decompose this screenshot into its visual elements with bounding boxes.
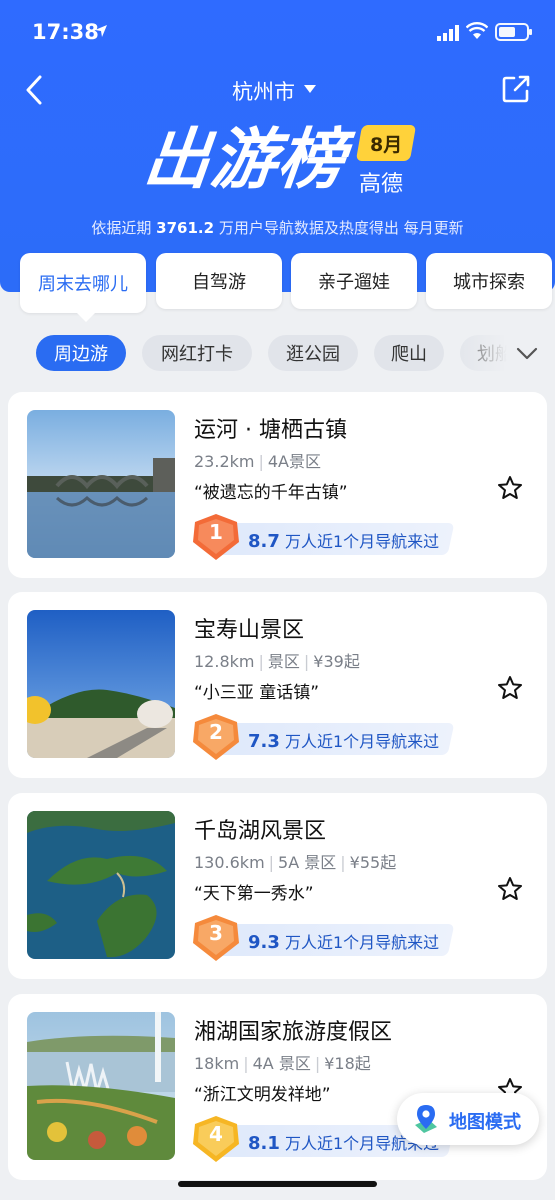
- tab-self-drive[interactable]: 自驾游: [156, 253, 282, 309]
- favorite-star-icon[interactable]: [497, 675, 523, 701]
- spot-photo: [27, 1012, 175, 1160]
- spot-tagline: “浙江文明发祥地”: [194, 1085, 331, 1105]
- share-icon[interactable]: [501, 74, 531, 104]
- visitor-count: 7.3 万人近1个月导航来过: [248, 731, 440, 752]
- chip-park[interactable]: 逛公园: [268, 335, 358, 371]
- rank-number: 1: [209, 520, 223, 544]
- tab-weekend[interactable]: 周末去哪儿: [20, 253, 146, 313]
- chip-checkin[interactable]: 网红打卡: [142, 335, 252, 371]
- ranking-title: 出游榜: [140, 121, 350, 198]
- rank-number: 4: [209, 1122, 223, 1146]
- visitor-count: 9.3 万人近1个月导航来过: [248, 932, 440, 953]
- spot-meta: 12.8km | 景区 | ¥39起: [194, 652, 360, 671]
- spot-card[interactable]: 宝寿山景区 12.8km | 景区 | ¥39起 “小三亚 童话镇” 7.3 万人近1个…: [8, 592, 547, 778]
- favorite-star-icon[interactable]: [497, 876, 523, 902]
- spot-photo: [27, 610, 175, 758]
- chip-hiking[interactable]: 爬山: [374, 335, 444, 371]
- home-indicator: [178, 1181, 377, 1187]
- spot-tagline: “被遗忘的千年古镇”: [194, 483, 348, 503]
- cellular-signal-icon: [437, 25, 459, 41]
- status-time: 17:38: [32, 20, 99, 44]
- spot-photo: [27, 811, 175, 959]
- tab-family[interactable]: 亲子遛娃: [291, 253, 417, 309]
- spot-photo: [27, 410, 175, 558]
- spot-card[interactable]: 湘湖国家旅游度假区 18km | 4A 景区 | ¥18起 “浙江文明发祥地” 8.1 …: [8, 994, 547, 1180]
- spot-name[interactable]: 千岛湖风景区: [194, 813, 326, 845]
- chevron-down-icon[interactable]: [516, 344, 538, 362]
- data-source-note: 依据近期 3761.2 万用户导航数据及热度得出 每月更新: [91, 219, 464, 237]
- location-arrow-icon: [95, 25, 107, 37]
- spot-tagline: “天下第一秀水”: [194, 884, 314, 904]
- spot-meta: 23.2km | 4A景区: [194, 452, 322, 471]
- spot-tagline: “小三亚 童话镇”: [194, 683, 320, 703]
- spot-name[interactable]: 湘湖国家旅游度假区: [194, 1014, 392, 1046]
- tab-city-explore[interactable]: 城市探索: [426, 253, 552, 309]
- chip-nearby[interactable]: 周边游: [36, 335, 126, 371]
- spot-card[interactable]: 千岛湖风景区 130.6km | 5A 景区 | ¥55起 “天下第一秀水” 9.3 万…: [8, 793, 547, 979]
- rank-number: 3: [209, 921, 223, 945]
- map-pin-icon: [415, 1105, 437, 1133]
- spot-name[interactable]: 宝寿山景区: [194, 612, 304, 644]
- map-mode-label: 地图模式: [449, 1112, 521, 1133]
- brand-label: 高德: [359, 172, 404, 197]
- active-tab-pointer: [76, 312, 96, 322]
- back-arrow-icon[interactable]: [22, 73, 48, 107]
- status-bar: 17:38: [0, 0, 555, 64]
- spot-card[interactable]: 运河 · 塘栖古镇 23.2km | 4A景区 “被遗忘的千年古镇” 8.7 万人近…: [8, 392, 547, 578]
- spot-name[interactable]: 运河 · 塘栖古镇: [194, 412, 347, 444]
- visitor-count: 8.7 万人近1个月导航来过: [248, 531, 440, 552]
- chevron-down-icon[interactable]: [304, 85, 316, 93]
- rank-number: 2: [209, 720, 223, 744]
- spot-meta: 18km | 4A 景区 | ¥18起: [194, 1054, 371, 1073]
- city-selector[interactable]: 杭州市: [232, 76, 295, 106]
- map-mode-button[interactable]: 地图模式: [397, 1093, 539, 1145]
- spot-meta: 130.6km | 5A 景区 | ¥55起: [194, 853, 397, 872]
- month-label: 8月: [370, 134, 403, 156]
- battery-icon: [495, 23, 532, 41]
- wifi-icon: [466, 22, 488, 39]
- favorite-star-icon[interactable]: [497, 475, 523, 501]
- chip-fade: [448, 330, 555, 376]
